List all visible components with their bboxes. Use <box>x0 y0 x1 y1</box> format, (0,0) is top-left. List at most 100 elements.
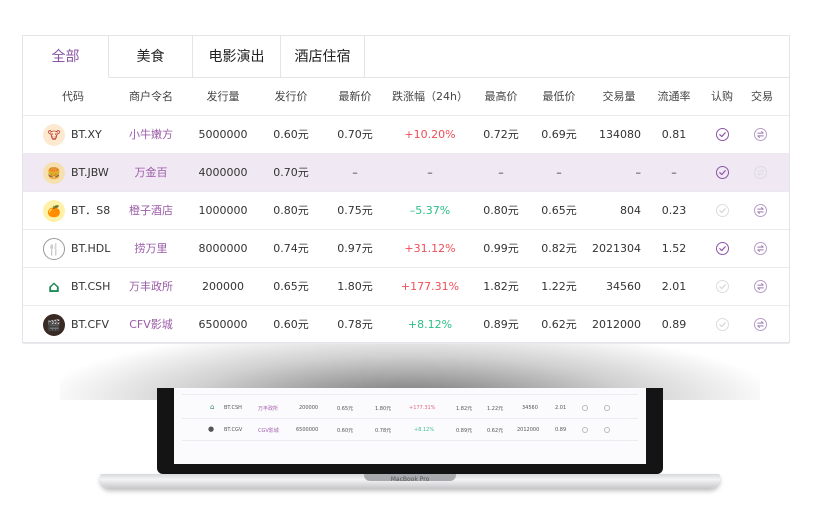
col-header-high: 最高价 <box>484 90 518 103</box>
issue-qty: 5000000 <box>198 128 248 141</box>
change-percent: +10.20% <box>404 128 456 141</box>
token-code: BT.CSH <box>71 280 111 293</box>
trade-swap-icon[interactable] <box>754 280 767 293</box>
change-percent: +31.12% <box>404 242 456 255</box>
trade-swap-icon[interactable] <box>754 128 767 141</box>
low-price: 0.69元 <box>541 128 577 141</box>
change-percent: – <box>427 166 433 179</box>
high-price: 0.89元 <box>483 318 519 331</box>
preview-divider <box>182 394 638 395</box>
change-percent: +8.12% <box>407 318 453 331</box>
subscribe-check-icon[interactable] <box>716 128 729 141</box>
circulation-rate: 0.81 <box>661 128 687 141</box>
preview-trade-icon <box>604 427 610 433</box>
preview-divider <box>182 440 638 441</box>
preview-issue-price: 0.60元 <box>337 428 354 434</box>
merchant-name[interactable]: 万丰政所 <box>121 268 181 305</box>
token-code: BT.XY <box>71 128 102 141</box>
issue-price: 0.80元 <box>273 204 309 217</box>
high-price: 0.72元 <box>483 128 519 141</box>
high-price: – <box>498 166 504 179</box>
table-row[interactable]: 🐮 BT.XY 小牛嫩方 5000000 0.60元 0.70元 +10.20% 0.72元 0… <box>23 116 789 154</box>
trade-swap-icon[interactable] <box>754 318 767 331</box>
latest-price: 0.75元 <box>337 204 373 217</box>
tab-food[interactable]: 美食 <box>109 36 193 78</box>
preview-change: +177.31% <box>409 405 436 411</box>
issue-qty: 6500000 <box>198 318 248 331</box>
high-price: 0.80元 <box>483 204 519 217</box>
table-header: 代码 商户令名 发行量 发行价 最新价 跌涨幅（24h） 最高价 最低价 交易量… <box>23 78 789 116</box>
high-price: 0.99元 <box>483 242 519 255</box>
col-header-low: 最低价 <box>542 90 576 103</box>
preview-high: 1.82元 <box>456 406 473 412</box>
subscribe-check-icon[interactable] <box>716 204 729 217</box>
trade-volume: 134080 <box>599 128 641 141</box>
table-row[interactable]: 🍔 BT.JBW 万金百 4000000 0.70元 – – – – – – <box>23 154 789 192</box>
tab-hotels[interactable]: 酒店住宿 <box>281 36 365 78</box>
merchant-name[interactable]: 橙子酒店 <box>121 192 181 229</box>
col-header-merchant: 商户令名 <box>129 90 173 103</box>
preview-row: ● BT.CGV CGV影城 6500000 0.60元 0.78元 +8.12… <box>174 421 646 439</box>
table-row[interactable]: 🎬 BT.CFV CFV影城 6500000 0.60元 0.78元 +8.12% 0.89元… <box>23 306 789 344</box>
trade-swap-icon[interactable] <box>754 204 767 217</box>
change-percent: +177.31% <box>400 280 460 293</box>
merchant-name[interactable]: 万金百 <box>121 154 181 191</box>
table-row[interactable]: 🍊 BT．S8 橙子酒店 1000000 0.80元 0.75元 –5.37% 0.80元 0.… <box>23 192 789 230</box>
col-header-volume: 交易量 <box>602 90 636 103</box>
subscribe-check-icon[interactable] <box>716 242 729 255</box>
subscribe-check-icon[interactable] <box>716 166 729 179</box>
latest-price: – <box>352 166 358 179</box>
table-row[interactable]: ⌂ BT.CSH 万丰政所 200000 0.65元 1.80元 +177.31% 1.82元… <box>23 268 789 306</box>
trade-volume: 804 <box>620 204 641 217</box>
merchant-name[interactable]: 捞万里 <box>121 230 181 267</box>
merchant-name[interactable]: 小牛嫩方 <box>121 116 181 153</box>
preview-high: 0.89元 <box>456 428 473 434</box>
issue-price: 0.70元 <box>273 166 309 179</box>
circulation-rate: 2.01 <box>661 280 687 293</box>
laptop-screen-preview: ⌂ BT.CSH 万丰政所 200000 0.65元 1.80元 +177.31… <box>174 388 646 464</box>
table-row[interactable]: 🍴 BT.HDL 捞万里 8000000 0.74元 0.97元 +31.12% 0.99元 0… <box>23 230 789 268</box>
circulation-rate: 0.89 <box>661 318 687 331</box>
col-header-issue-price: 发行价 <box>274 90 308 103</box>
preview-change: +8.12% <box>414 427 435 433</box>
issue-price: 0.60元 <box>273 318 309 331</box>
house-logo-icon: ⌂ <box>210 403 215 411</box>
token-code: BT.HDL <box>71 242 111 255</box>
trade-swap-icon[interactable] <box>754 242 767 255</box>
preview-issue-price: 0.65元 <box>337 406 354 412</box>
preview-low: 1.22元 <box>487 406 504 412</box>
subscribe-check-icon[interactable] <box>716 318 729 331</box>
burger-logo-icon: 🍔 <box>43 162 65 184</box>
change-percent: –5.37% <box>409 204 451 217</box>
merchant-name[interactable]: CFV影城 <box>121 306 181 343</box>
token-code: BT.CFV <box>71 318 109 331</box>
preview-latest-price: 0.78元 <box>375 428 392 434</box>
laptop-brand-label: MacBook Pro <box>390 476 430 483</box>
latest-price: 0.78元 <box>337 318 373 331</box>
cinema-logo-icon: 🎬 <box>43 314 65 336</box>
preview-issue-qty: 6500000 <box>296 427 319 433</box>
category-tabs: 全部 美食 电影演出 酒店住宿 <box>23 36 365 78</box>
col-header-code: 代码 <box>62 90 84 103</box>
tab-all[interactable]: 全部 <box>23 36 109 78</box>
preview-volume: 34560 <box>522 405 538 411</box>
col-header-issue-qty: 发行量 <box>206 90 240 103</box>
preview-row: ⌂ BT.CSH 万丰政所 200000 0.65元 1.80元 +177.31… <box>174 399 646 417</box>
preview-subscribe-icon <box>582 427 588 433</box>
high-price: 1.82元 <box>483 280 519 293</box>
preview-circulation: 2.01 <box>555 405 567 411</box>
subscribe-check-icon[interactable] <box>716 280 729 293</box>
preview-code: BT.CGV <box>224 427 243 433</box>
trade-swap-icon[interactable] <box>754 166 767 179</box>
circulation-rate: – <box>671 166 677 179</box>
tab-movies-shows[interactable]: 电影演出 <box>193 36 281 78</box>
issue-price: 0.65元 <box>273 280 309 293</box>
latest-price: 0.97元 <box>337 242 373 255</box>
preview-volume: 2012000 <box>517 427 540 433</box>
market-panel: 全部 美食 电影演出 酒店住宿 代码 商户令名 发行量 发行价 最新价 跌涨幅（… <box>22 35 790 344</box>
issue-qty: 8000000 <box>198 242 248 255</box>
low-price: 1.22元 <box>541 280 577 293</box>
preview-subscribe-icon <box>582 405 588 411</box>
preview-merchant: CGV影城 <box>258 428 279 434</box>
issue-qty: 200000 <box>202 280 244 293</box>
